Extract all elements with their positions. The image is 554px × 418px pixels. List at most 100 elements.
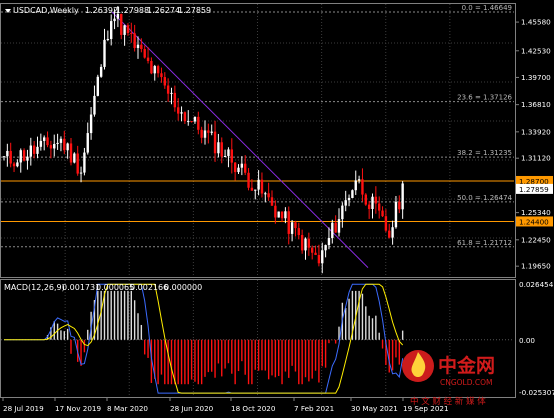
candle-body: [53, 143, 56, 149]
candle-body: [69, 143, 73, 163]
candle-body: [388, 230, 391, 238]
candle-body: [63, 138, 66, 151]
candle-body: [99, 66, 103, 77]
candle-body: [19, 150, 22, 163]
candle-body: [314, 252, 317, 255]
candle-body: [324, 245, 327, 251]
candle-body: [136, 44, 140, 49]
candle-body: [140, 44, 143, 49]
candle-body: [260, 179, 264, 194]
candle-body: [9, 150, 12, 164]
macd-value-3: 0.002166: [130, 283, 168, 292]
candle-body: [183, 112, 187, 122]
candle-body: [156, 66, 160, 74]
symbol-title: USDCAD,Weekly: [13, 6, 79, 15]
candle-body: [133, 33, 136, 49]
candle-body: [170, 92, 173, 94]
candle-body: [277, 211, 280, 218]
candle-body: [36, 146, 39, 154]
candle-body: [257, 179, 260, 190]
fib-level-label: 0.0 = 1.46649: [462, 4, 512, 12]
candle-body: [143, 48, 146, 58]
candle-body: [284, 211, 287, 219]
candle-body: [391, 227, 394, 238]
price-axis-label: 1.31120: [521, 154, 551, 163]
macd-value-2: 0.000065: [96, 283, 134, 292]
candle-body: [361, 179, 364, 195]
candle-body: [43, 137, 46, 141]
candle-body: [247, 172, 250, 188]
candle-body: [287, 211, 290, 234]
open-value: 1.26392: [85, 6, 118, 15]
candle-body: [150, 60, 153, 74]
price-axis-label: 1.19650: [521, 262, 551, 271]
candle-body: [66, 143, 69, 151]
candle-body: [371, 196, 374, 209]
candle-body: [93, 95, 96, 115]
candle-body: [280, 211, 284, 219]
time-axis-label: 28 Jul 2019: [3, 404, 44, 413]
candle-body: [73, 153, 76, 163]
candle-body: [213, 131, 217, 154]
candle-body: [290, 222, 294, 234]
candle-body: [341, 205, 344, 220]
candle-body: [56, 142, 59, 144]
candle-body: [237, 167, 240, 173]
candle-body: [351, 190, 354, 198]
candle-body: [123, 25, 126, 35]
candlestick-series: [2, 6, 404, 274]
candle-body: [76, 153, 79, 174]
price-axis[interactable]: 1.45580 1.42530 1.39700 1.36810 1.33920 1.311…: [515, 18, 554, 397]
watermark-brand: 中金网: [438, 354, 495, 377]
grid-layer: [1, 4, 514, 397]
candle-body: [126, 25, 130, 34]
price-flags: 1.287001.278591.24400: [516, 175, 553, 227]
price-axis-label: 1.45580: [521, 18, 551, 27]
candle-body: [2, 156, 6, 158]
candle-body: [210, 131, 213, 133]
watermark-tagline: 中 文 财 经 新 媒 体: [410, 396, 486, 407]
candle-body: [113, 18, 116, 22]
macd-axis-zero: 0.00: [519, 336, 535, 345]
candle-body: [294, 222, 297, 229]
candle-body: [401, 183, 404, 210]
current-price-flag: 1.27859: [519, 185, 549, 194]
macd-axis-bottom: -0.025307: [519, 388, 554, 397]
candle-body: [160, 73, 163, 78]
watermark: 中金网 CNGOLD.COM 中 文 财 经 新 媒 体: [402, 350, 495, 407]
candle-body: [267, 193, 270, 198]
candle-body: [187, 121, 190, 123]
fib-level-label: 23.6 = 1.37126: [457, 94, 512, 102]
candle-body: [374, 196, 378, 204]
candle-body: [384, 216, 388, 231]
candle-body: [304, 238, 307, 251]
candle-body: [344, 200, 347, 206]
candle-body: [364, 194, 367, 205]
candle-body: [203, 130, 207, 138]
candle-body: [177, 107, 180, 114]
candle-body: [153, 66, 156, 74]
candle-body: [29, 145, 32, 157]
candle-body: [6, 150, 9, 157]
macd-value-4: 0.000000: [164, 283, 202, 292]
candle-body: [317, 254, 321, 264]
macd-axis-top: 0.026454: [519, 280, 554, 289]
price-axis-label: 1.39700: [521, 73, 551, 82]
candle-body: [334, 222, 337, 233]
trend-line[interactable]: [111, 11, 369, 268]
main-chart-frame: [0, 3, 516, 278]
candle-body: [12, 163, 16, 167]
candle-body: [16, 162, 19, 167]
candle-body: [79, 172, 83, 174]
price-axis-label: 1.25340: [521, 208, 551, 217]
candle-body: [180, 112, 183, 114]
candle-body: [394, 201, 398, 228]
chart-window[interactable]: 0.0 = 1.46649 23.6 = 1.37126 38.2 = 1.3123…: [0, 0, 554, 418]
candle-body: [250, 187, 254, 191]
low-value: 1.26274: [147, 6, 180, 15]
candle-body: [200, 129, 203, 138]
candle-body: [110, 21, 113, 39]
candle-body: [274, 205, 277, 218]
candle-body: [173, 92, 177, 108]
time-axis[interactable]: 28 Jul 2019 17 Nov 2019 8 Mar 2020 28 Jun 2…: [2, 397, 449, 413]
